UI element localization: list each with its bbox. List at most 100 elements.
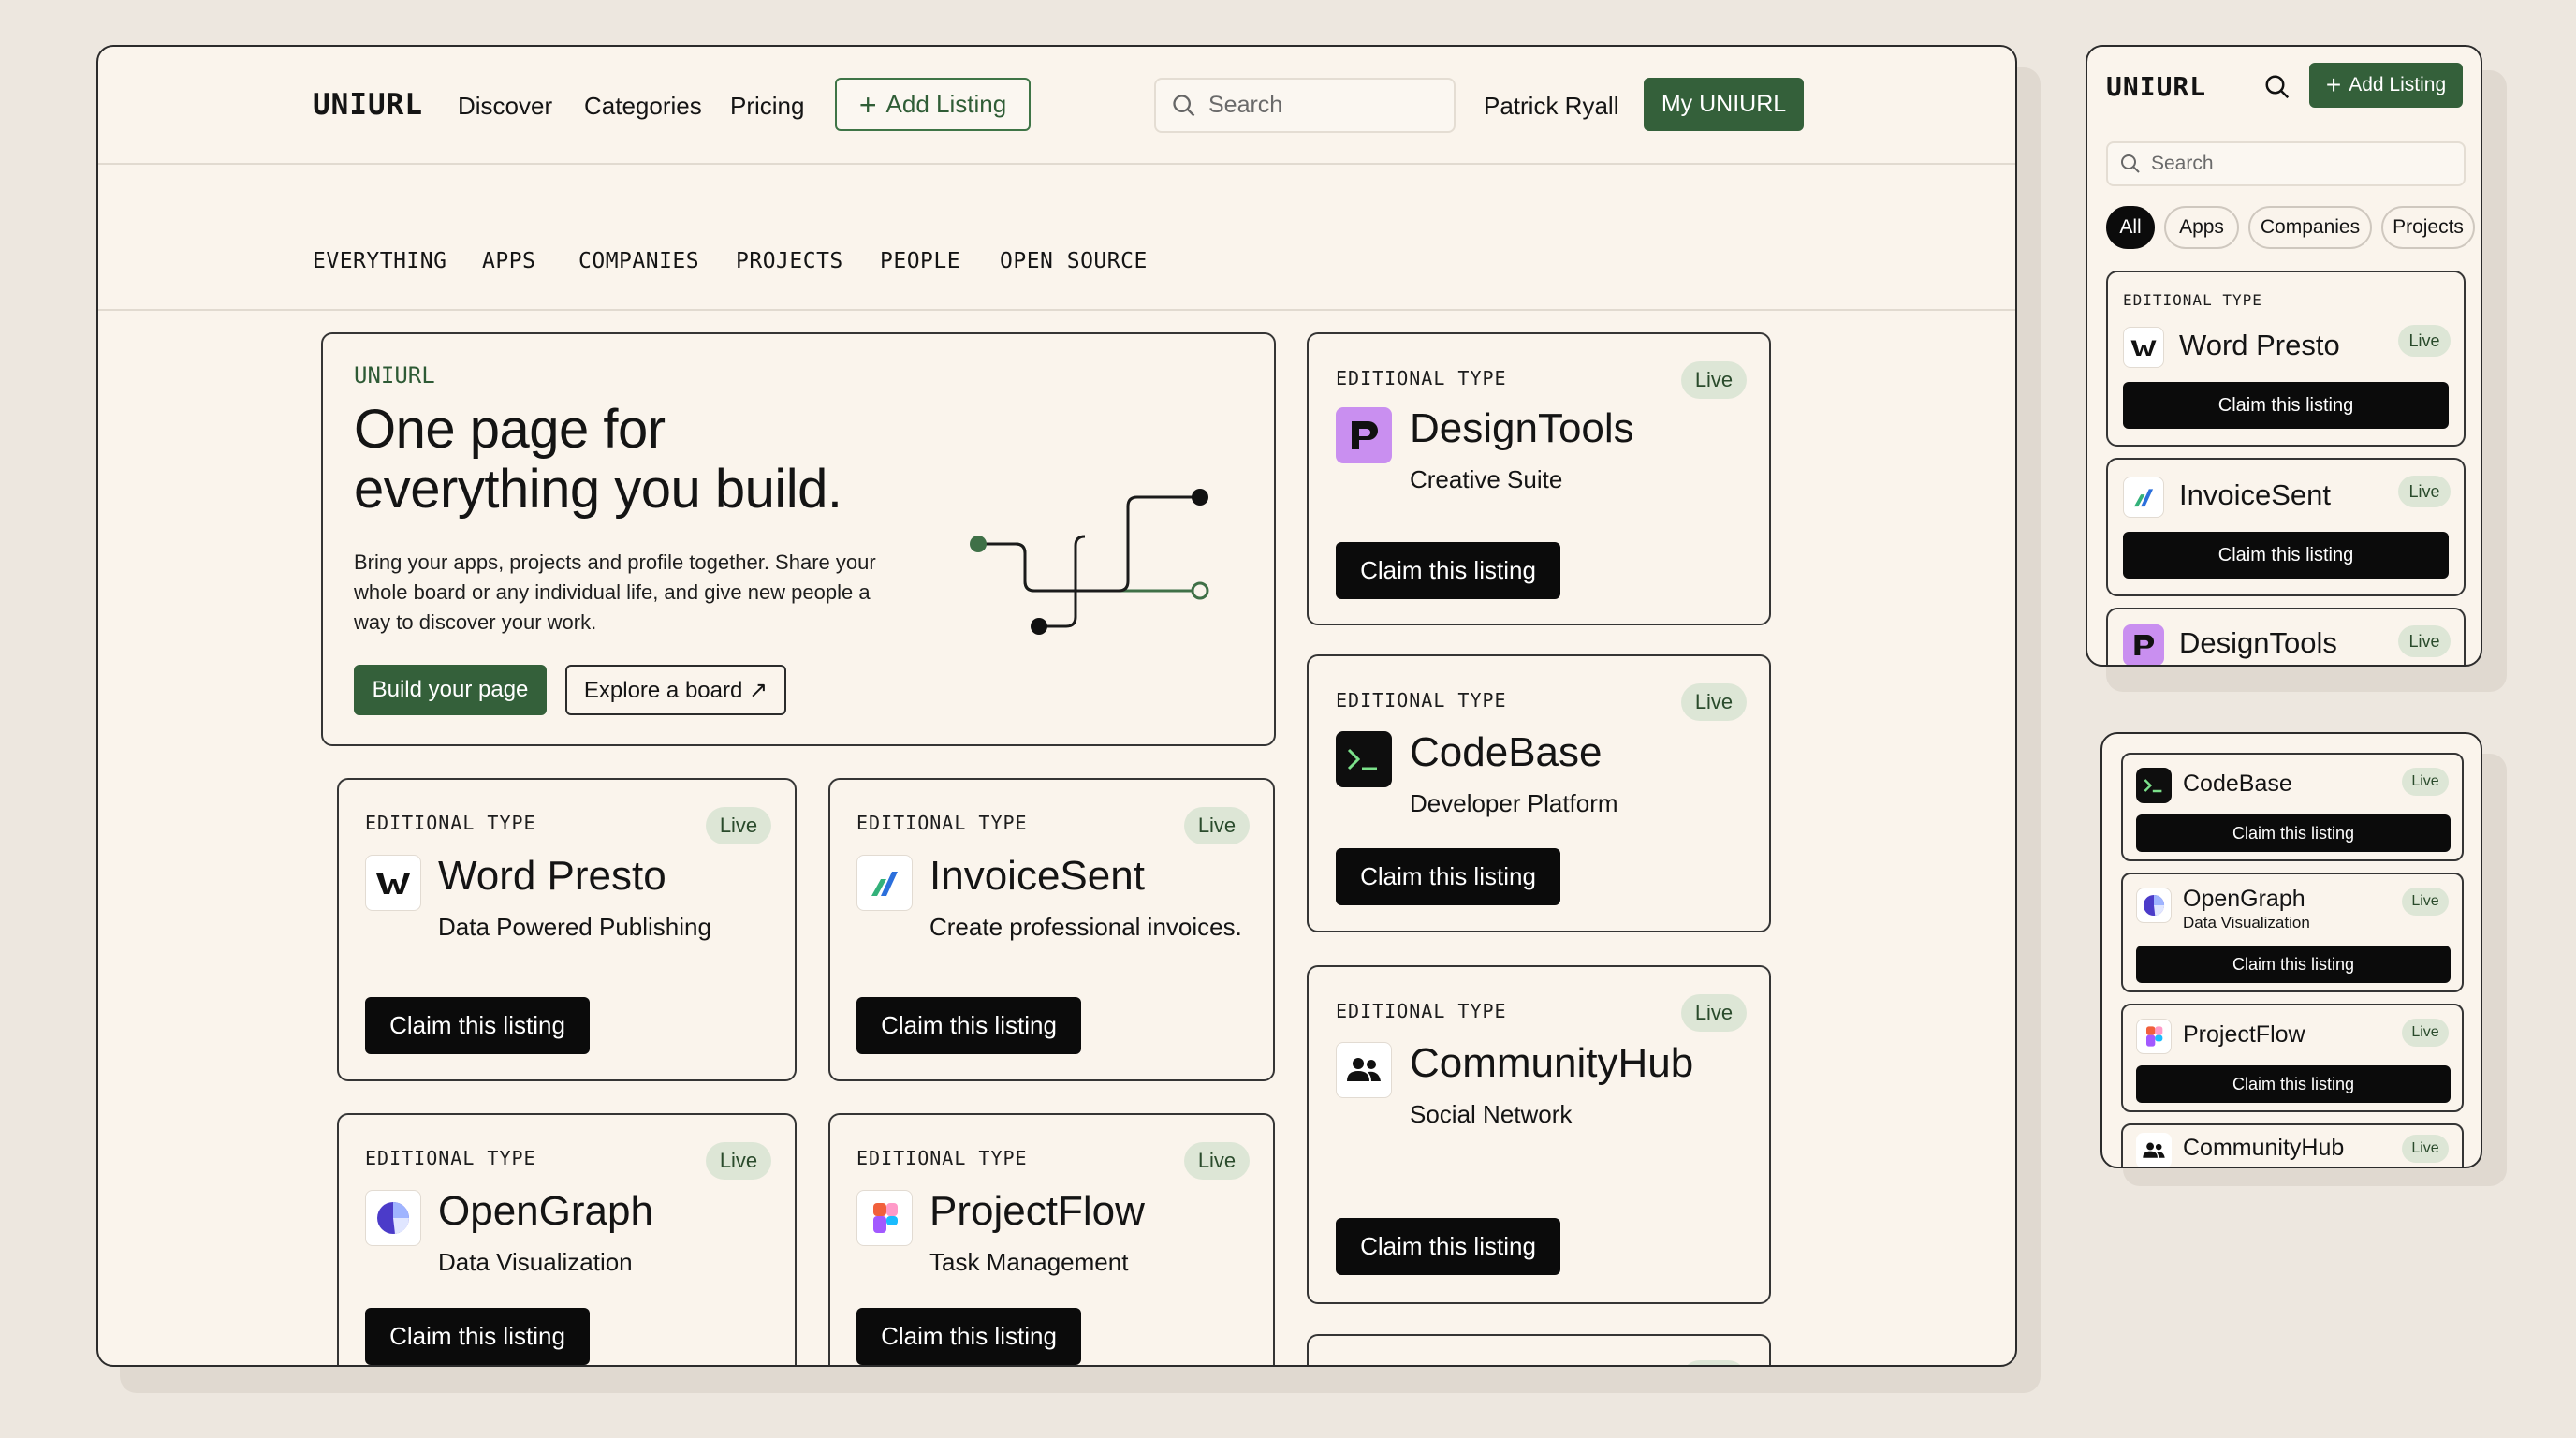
listing-title[interactable]: DesignTools [1410,405,1634,452]
claim-listing-button[interactable]: Claim this listing [2136,946,2451,983]
connection-graph-illustration [970,489,1209,635]
wordpresto-logo-icon [2123,327,2164,368]
projectflow-logo-icon [2136,1019,2172,1054]
plus-icon: + [858,87,877,122]
tab-apps[interactable]: APPS [482,249,535,273]
listing-title[interactable]: Word Presto [438,853,666,900]
listing-title[interactable]: Word Presto [2179,329,2340,362]
terminal-icon [1336,731,1392,787]
editorial-type-label: EDITIONAL TYPE [365,812,536,834]
invoicesent-logo-icon [856,855,913,911]
mobile2-listing-card-communityhub: Live CommunityHub [2121,1123,2464,1167]
mobile-listing-card-invoicesent: Live InvoiceSent Claim this listing [2106,458,2466,596]
status-badge: Live [1184,1142,1250,1180]
listing-title[interactable]: CodeBase [2183,770,2292,798]
listing-title[interactable]: CommunityHub [1410,1040,1693,1087]
hero-eyebrow: UNIURL [354,362,435,389]
filter-pill-apps[interactable]: Apps [2164,206,2239,249]
user-name[interactable]: Patrick Ryall [1484,92,1618,121]
brand-logo[interactable]: UNIURL [313,88,423,122]
mobile-search-icon[interactable] [2263,73,2291,101]
mobile-search-input[interactable]: Search [2106,141,2466,186]
claim-listing-button[interactable]: Claim this listing [856,1308,1081,1365]
listing-title[interactable]: CommunityHub [2183,1135,2344,1162]
status-badge [1681,1360,1747,1365]
tab-companies[interactable]: COMPANIES [578,249,699,273]
listing-card-partial [1307,1334,1771,1365]
listing-card-communityhub: EDITIONAL TYPE Live CommunityHub Social … [1307,965,1771,1304]
filter-pill-companies[interactable]: Companies [2248,206,2372,249]
listing-card-designtools: EDITIONAL TYPE Live DesignTools Creative… [1307,332,1771,625]
claim-listing-button[interactable]: Claim this listing [1336,542,1560,599]
editorial-type-label: EDITIONAL TYPE [1336,689,1507,712]
mobile-listing-card-designtools: Live DesignTools [2106,608,2466,665]
editorial-type-label: EDITIONAL TYPE [856,1147,1028,1169]
status-badge: Live [2402,1019,2449,1047]
status-badge: Live [1681,361,1747,399]
listing-subtitle: Task Management [929,1248,1129,1276]
editorial-type-label: EDITIONAL TYPE [365,1147,536,1169]
claim-listing-button[interactable]: Claim this listing [2136,814,2451,852]
add-listing-button[interactable]: + Add Listing [835,78,1031,131]
status-badge: Live [2402,888,2449,916]
listing-title[interactable]: OpenGraph [2183,886,2305,913]
people-icon [2136,1133,2172,1167]
claim-listing-button[interactable]: Claim this listing [365,1308,590,1365]
claim-listing-button[interactable]: Claim this listing [1336,1218,1560,1275]
nav-link-pricing[interactable]: Pricing [730,92,804,121]
editorial-type-label: EDITIONAL TYPE [1336,1000,1507,1022]
claim-listing-button[interactable]: Claim this listing [2123,382,2449,429]
mobile-window-1: UNIURL + Add Listing Search All Apps Com… [2086,45,2482,667]
filter-pill-all[interactable]: All [2106,206,2155,249]
listing-title[interactable]: CodeBase [1410,729,1602,776]
nav-link-discover[interactable]: Discover [458,92,552,121]
wordpresto-logo-icon [365,855,421,911]
mobile-window-2: Live CodeBase Claim this listing Live Op… [2100,732,2482,1168]
claim-listing-button[interactable]: Claim this listing [2123,532,2449,579]
category-tabs: EVERYTHING APPS COMPANIES PROJECTS PEOPL… [98,165,2015,311]
filter-pill-projects[interactable]: Projects [2381,206,2475,249]
mobile-add-listing-button[interactable]: + Add Listing [2309,63,2463,108]
tab-everything[interactable]: EVERYTHING [313,249,446,273]
listing-subtitle: Creative Suite [1410,465,1563,493]
listing-title[interactable]: ProjectFlow [2183,1021,2305,1049]
listing-title[interactable]: DesignTools [2179,626,2337,660]
listing-card-projectflow: EDITIONAL TYPE Live ProjectFlow Task Man… [828,1113,1275,1365]
editorial-type-label: EDITIONAL TYPE [2123,291,2262,309]
claim-listing-button[interactable]: Claim this listing [856,997,1081,1054]
search-icon [1173,94,1195,116]
editorial-type-label: EDITIONAL TYPE [1336,367,1507,389]
build-page-button[interactable]: Build your page [354,665,547,715]
designtools-logo-icon [1336,407,1392,463]
projectflow-logo-icon [856,1190,913,1246]
tab-people[interactable]: PEOPLE [880,249,960,273]
listing-subtitle: Data Visualization [438,1248,633,1276]
status-badge: Live [2402,1135,2449,1163]
listing-card-opengraph: EDITIONAL TYPE Live OpenGraph Data Visua… [337,1113,797,1365]
listing-card-invoicesent: EDITIONAL TYPE Live InvoiceSent Create p… [828,778,1275,1081]
tab-open-source[interactable]: OPEN SOURCE [1000,249,1148,273]
status-badge: Live [1681,994,1747,1032]
listing-title[interactable]: OpenGraph [438,1188,653,1235]
mobile-brand-logo[interactable]: UNIURL [2106,71,2206,102]
top-navbar: UNIURL Discover Categories Pricing + Add… [98,47,2015,165]
listing-title[interactable]: InvoiceSent [2179,478,2331,512]
listing-title[interactable]: InvoiceSent [929,853,1145,900]
opengraph-logo-icon [2136,888,2172,923]
my-uniurl-button[interactable]: My UNIURL [1644,78,1804,131]
tab-projects[interactable]: PROJECTS [736,249,843,273]
search-input[interactable]: Search [1154,78,1456,133]
explore-board-button[interactable]: Explore a board ↗ [565,665,786,715]
listing-card-word-presto: EDITIONAL TYPE Live Word Presto Data Pow… [337,778,797,1081]
claim-listing-button[interactable]: Claim this listing [1336,848,1560,905]
listing-card-codebase: EDITIONAL TYPE Live CodeBase Developer P… [1307,654,1771,932]
nav-link-categories[interactable]: Categories [584,92,702,121]
status-badge: Live [1184,807,1250,844]
invoicesent-logo-icon [2123,477,2164,518]
plus-icon: + [2325,70,2342,99]
claim-listing-button[interactable]: Claim this listing [365,997,590,1054]
people-icon [1336,1042,1392,1098]
status-badge: Live [2398,476,2451,507]
claim-listing-button[interactable]: Claim this listing [2136,1065,2451,1103]
listing-title[interactable]: ProjectFlow [929,1188,1145,1235]
